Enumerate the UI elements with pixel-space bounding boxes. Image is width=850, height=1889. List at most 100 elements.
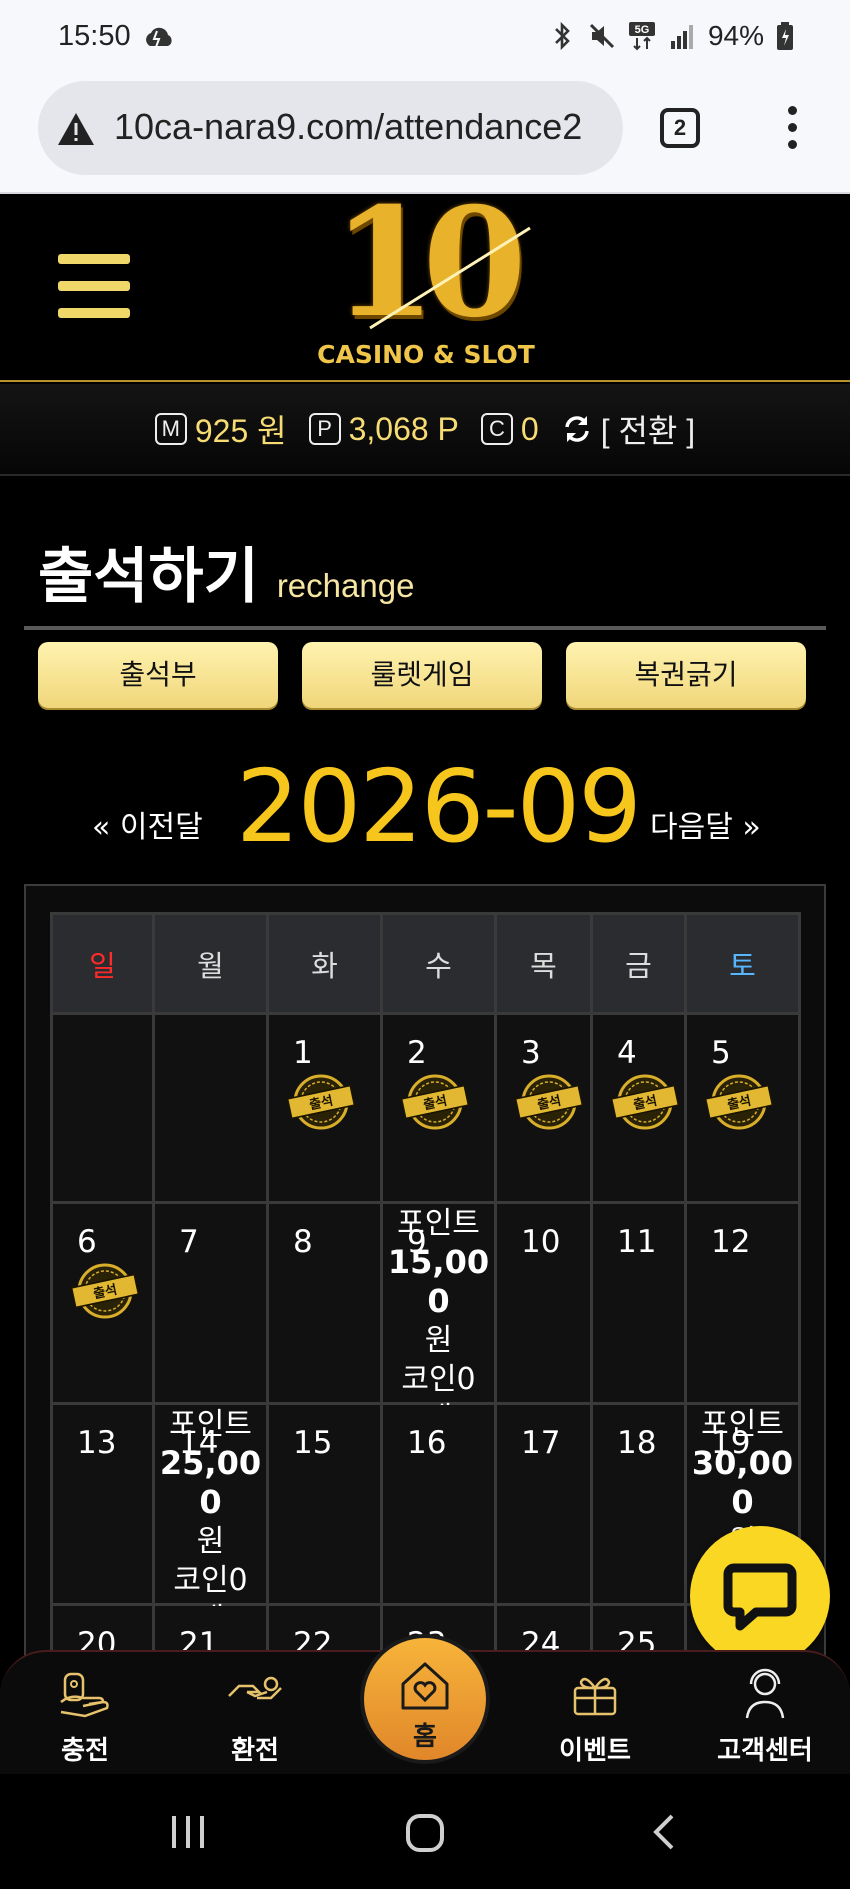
tab-lottery[interactable]: 복권긁기	[566, 642, 806, 708]
calendar-week-row: 1 출석 2 출석 3 출석 4 출석 5 출석	[50, 1012, 801, 1204]
calendar-day-cell: 6 출석	[50, 1201, 155, 1405]
month-navigation: « 이전달 2026-09 다음달 »	[0, 748, 850, 865]
weekday-sun: 일	[50, 912, 155, 1015]
attendance-stamp-icon: 출석	[704, 1074, 774, 1130]
nav-deposit-label: 충전	[61, 1736, 109, 1766]
page-subtitle: rechange	[276, 567, 415, 604]
nav-support-label: 고객센터	[717, 1736, 813, 1766]
reward-line: 포인트	[169, 1407, 252, 1442]
page-title-text: 출석하기	[38, 542, 259, 612]
hamburger-menu-icon[interactable]	[58, 254, 130, 318]
coin-balance: C 0	[480, 410, 539, 448]
browser-menu-icon[interactable]	[780, 106, 804, 150]
prev-month-link[interactable]: « 이전달	[92, 802, 203, 846]
svg-text:5G: 5G	[635, 24, 650, 36]
calendar-day-cell: 14포인트25,000원코인0개	[152, 1402, 269, 1637]
reward-line: 코인0	[401, 1362, 476, 1397]
reward-line: 포인트	[397, 1206, 480, 1241]
calendar-empty-cell	[152, 1012, 269, 1204]
calendar-day-cell: 7	[152, 1201, 269, 1405]
tab-roulette[interactable]: 룰렛게임	[302, 642, 542, 708]
day-number: 12	[711, 1224, 751, 1260]
calendar-empty-cell	[50, 1012, 155, 1204]
weekday-mon: 월	[152, 912, 269, 1015]
day-number: 8	[293, 1224, 313, 1260]
mute-icon	[589, 23, 615, 49]
day-number: 15	[293, 1425, 333, 1461]
warning-icon[interactable]	[56, 111, 96, 147]
points-balance: P 3,068 P	[308, 410, 459, 448]
calendar-day-cell: 10	[494, 1201, 593, 1405]
logo-brand: CASINO & SLOT	[317, 340, 535, 369]
balance-bar: M 925 원 P 3,068 P C 0 [ 전환 ]	[0, 384, 850, 476]
reward-line: 코인0	[173, 1563, 248, 1598]
5g-icon: 5G	[628, 22, 655, 51]
day-number: 13	[77, 1425, 117, 1461]
recent-apps-icon[interactable]	[168, 1812, 208, 1852]
day-number: 1	[293, 1035, 313, 1071]
day-number: 7	[179, 1224, 199, 1260]
reward-line: 30,000	[691, 1444, 794, 1521]
calendar-day-cell: 9포인트15,000원코인0개	[380, 1201, 497, 1436]
tab-switcher-button[interactable]: 2	[660, 108, 700, 148]
points-icon: P	[308, 413, 341, 445]
nav-withdraw-label: 환전	[231, 1736, 279, 1766]
calendar-day-cell: 17	[494, 1402, 593, 1606]
switch-button[interactable]: [ 전환 ]	[561, 406, 695, 452]
nav-support[interactable]: 고객센터	[690, 1662, 840, 1767]
switch-label[interactable]: [ 전환 ]	[601, 406, 695, 452]
calendar-day-cell: 13	[50, 1402, 155, 1606]
calendar-day-cell: 5 출석	[684, 1012, 801, 1204]
calendar-week-row: 1314포인트25,000원코인0개1516171819포인트30,000원코인…	[50, 1402, 801, 1637]
weekday-header-row: 일 월 화 수 목 금 토	[50, 912, 801, 1015]
withdraw-icon	[228, 1676, 282, 1700]
calendar-day-cell: 11	[590, 1201, 687, 1405]
system-navigation-bar	[0, 1774, 850, 1889]
gift-icon	[573, 1677, 617, 1716]
weekday-wed: 수	[380, 912, 497, 1015]
coin-value: 0	[520, 410, 539, 447]
calendar-day-cell: 12	[684, 1201, 801, 1405]
battery-percent: 94%	[707, 20, 764, 51]
site-logo[interactable]: 10 CASINO & SLOT	[300, 188, 550, 374]
url-text[interactable]: 10ca-nara9.com/attendance2	[114, 106, 582, 148]
money-balance: M 925 원	[154, 406, 287, 452]
nav-withdraw[interactable]: 환전	[180, 1662, 330, 1767]
points-value: 3,068 P	[348, 410, 459, 447]
calendar-day-cell: 1 출석	[266, 1012, 383, 1204]
reward-line: 원	[424, 1323, 453, 1358]
home-system-icon[interactable]	[404, 1812, 446, 1854]
page-title: 출석하기 rechange	[38, 528, 414, 615]
tab-attendance[interactable]: 출석부	[38, 642, 278, 708]
refresh-icon[interactable]	[561, 413, 593, 445]
bluetooth-icon	[555, 21, 570, 51]
nav-home-label: 홈	[413, 1722, 437, 1752]
day-number: 2	[407, 1035, 427, 1071]
day-number: 11	[617, 1224, 657, 1260]
current-month: 2026-09	[236, 748, 642, 865]
nav-event[interactable]: 이벤트	[520, 1662, 670, 1767]
day-number: 4	[617, 1035, 637, 1071]
deposit-icon	[60, 1672, 109, 1718]
nav-deposit[interactable]: 충전	[10, 1662, 160, 1767]
address-bar[interactable]: 10ca-nara9.com/attendance2	[38, 81, 623, 175]
coin-icon: C	[480, 413, 513, 445]
back-icon[interactable]	[648, 1812, 678, 1852]
money-value: 925 원	[194, 413, 287, 449]
weekday-thu: 목	[494, 912, 593, 1015]
weekday-tue: 화	[266, 912, 383, 1015]
next-month-link[interactable]: 다음달 »	[650, 802, 761, 846]
live-chat-button[interactable]	[690, 1526, 830, 1666]
day-number: 17	[521, 1425, 561, 1461]
reward-line: 15,000	[387, 1243, 490, 1320]
site-header: 10 CASINO & SLOT	[0, 188, 850, 382]
calendar-day-cell: 2 출석	[380, 1012, 497, 1204]
attendance-stamp-icon: 출석	[286, 1074, 356, 1130]
calendar-day-cell: 16	[380, 1402, 497, 1606]
nav-home-button[interactable]: 홈	[360, 1634, 490, 1764]
attendance-stamp-icon: 출석	[610, 1074, 680, 1130]
reward-line: 포인트	[701, 1407, 784, 1442]
chat-bubble-icon[interactable]	[720, 1556, 800, 1636]
calendar-day-cell: 18	[590, 1402, 687, 1606]
battery-icon	[777, 22, 793, 50]
